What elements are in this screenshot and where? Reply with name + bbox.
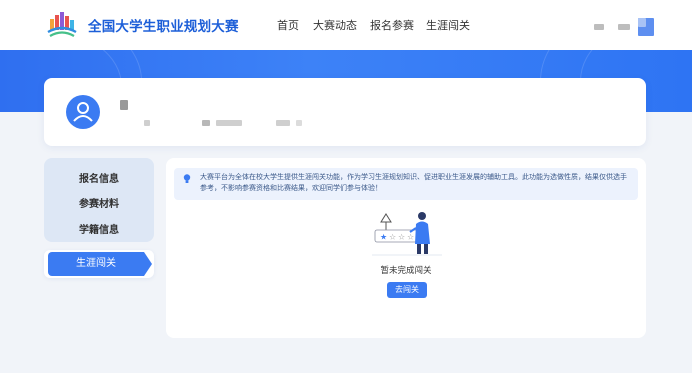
main-content-panel: 大赛平台为全体在校大学生提供生涯闯关功能，作为学习生涯规划知识、促进职业生涯发展… bbox=[166, 158, 646, 338]
profile-card bbox=[44, 78, 646, 146]
site-title: 全国大学生职业规划大赛 bbox=[88, 19, 239, 35]
sidebar-item-materials[interactable]: 参赛材料 bbox=[44, 195, 154, 210]
top-header: 全国大学生职业规划大赛 首页 大赛动态 报名参赛 生涯闯关 bbox=[0, 0, 692, 50]
go-challenge-button[interactable]: 去闯关 bbox=[387, 282, 427, 298]
empty-state-illustration: ★ ☆ ☆ ☆ ☆ bbox=[372, 212, 442, 256]
redacted-info bbox=[296, 120, 302, 126]
sidebar-item-career-challenge[interactable]: 生涯闯关 bbox=[48, 252, 152, 276]
avatar bbox=[66, 95, 100, 129]
bulb-icon bbox=[183, 174, 191, 183]
redacted-info bbox=[276, 120, 290, 126]
svg-text:☆: ☆ bbox=[389, 233, 396, 242]
sidebar-active-wrapper: 生涯闯关 bbox=[44, 250, 154, 278]
sidebar-menu: 报名信息 参赛材料 学籍信息 bbox=[44, 158, 154, 242]
notice-text: 大赛平台为全体在校大学生提供生涯闯关功能，作为学习生涯规划知识、促进职业生涯发展… bbox=[200, 173, 627, 192]
avatar-small bbox=[638, 18, 646, 27]
nav-item-career-challenge[interactable]: 生涯闯关 bbox=[426, 17, 470, 33]
nav-item-register[interactable]: 报名参赛 bbox=[370, 17, 414, 33]
logo-icon bbox=[47, 12, 77, 37]
redacted-username bbox=[618, 24, 630, 30]
user-icon bbox=[73, 102, 93, 122]
redacted-info bbox=[216, 120, 242, 126]
nav-item-news[interactable]: 大赛动态 bbox=[313, 17, 357, 33]
redacted-info bbox=[144, 120, 150, 126]
sidebar-item-registration-info[interactable]: 报名信息 bbox=[44, 170, 154, 185]
redacted-username bbox=[594, 24, 604, 30]
redacted-info bbox=[202, 120, 210, 126]
redacted-name bbox=[120, 100, 128, 110]
svg-text:★: ★ bbox=[380, 233, 387, 242]
nav-item-home[interactable]: 首页 bbox=[277, 17, 299, 33]
svg-text:☆: ☆ bbox=[398, 233, 405, 242]
empty-state-text: 暂未完成闯关 bbox=[380, 266, 432, 276]
user-menu[interactable] bbox=[590, 16, 656, 38]
svg-text:☆: ☆ bbox=[407, 233, 414, 242]
notice-banner: 大赛平台为全体在校大学生提供生涯闯关功能，作为学习生涯规划知识、促进职业生涯发展… bbox=[174, 168, 638, 200]
sidebar-item-student-status[interactable]: 学籍信息 bbox=[44, 221, 154, 236]
